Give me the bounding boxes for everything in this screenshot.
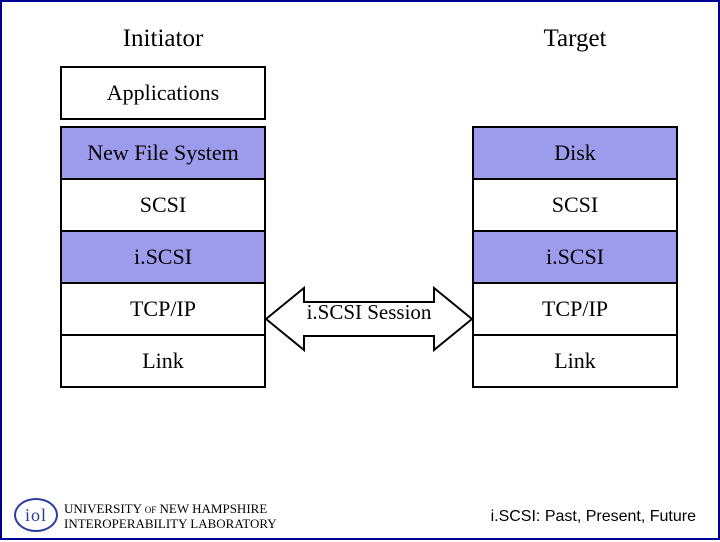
target-layer-tcpip: TCP/IP (472, 282, 678, 336)
org-line1: UNIVERSITY of NEW HAMPSHIRE (64, 502, 277, 517)
target-layer-link: Link (472, 334, 678, 388)
initiator-layer-scsi: SCSI (60, 178, 266, 232)
layer-label: TCP/IP (130, 297, 196, 320)
org-line2: INTEROPERABILITY LABORATORY (64, 517, 277, 532)
target-layer-disk: Disk (472, 126, 678, 180)
layer-label: New File System (87, 141, 239, 164)
footer: iol UNIVERSITY of NEW HAMPSHIRE INTEROPE… (2, 488, 720, 536)
diagram-stage: Initiator Applications New File System S… (2, 2, 720, 542)
layer-label: Disk (554, 141, 596, 164)
layer-label: Link (554, 349, 596, 372)
layer-label: Applications (107, 81, 219, 104)
target-layer-iscsi: i.SCSI (472, 230, 678, 284)
layer-label: SCSI (140, 193, 186, 216)
footer-right-text: i.SCSI: Past, Present, Future (491, 508, 696, 526)
layer-label: TCP/IP (542, 297, 608, 320)
layer-label: i.SCSI (546, 245, 604, 268)
logo-text: iol (25, 505, 47, 526)
layer-label: i.SCSI (134, 245, 192, 268)
target-title: Target (472, 20, 678, 58)
initiator-title: Initiator (60, 20, 266, 58)
initiator-layer-tcpip: TCP/IP (60, 282, 266, 336)
initiator-layer-filesystem: New File System (60, 126, 266, 180)
initiator-layer-iscsi: i.SCSI (60, 230, 266, 284)
target-empty-slot (472, 66, 678, 120)
layer-label: SCSI (552, 193, 598, 216)
arrow-label: i.SCSI Session (266, 300, 472, 325)
org-block: UNIVERSITY of NEW HAMPSHIRE INTEROPERABI… (64, 502, 277, 532)
initiator-layer-link: Link (60, 334, 266, 388)
initiator-column: Initiator Applications New File System S… (60, 20, 266, 388)
target-column: Target Disk SCSI i.SCSI TCP/IP Link (472, 20, 678, 388)
target-layer-scsi: SCSI (472, 178, 678, 232)
layer-label: Link (142, 349, 184, 372)
iol-logo: iol (14, 498, 58, 532)
initiator-layer-applications: Applications (60, 66, 266, 120)
